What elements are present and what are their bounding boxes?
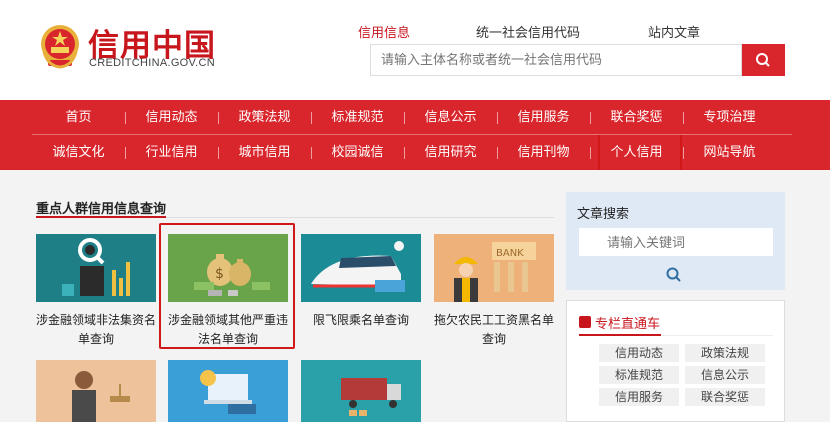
card-label: 限飞限乘名单查询 — [312, 313, 409, 327]
nav-item-campus[interactable]: 校园诚信 — [311, 135, 404, 170]
main-content: 重点人群信用信息查询 涉金融领域非法集资名单查询 $ 涉金融领域其他严重违法名单… — [0, 170, 830, 422]
tag-policy[interactable]: 政策法规 — [685, 344, 765, 362]
nav-item-home[interactable]: 首页 — [32, 100, 125, 135]
nav-item-standards[interactable]: 标准规范 — [311, 100, 404, 135]
search-tab-credit-code[interactable]: 统一社会信用代码 — [476, 22, 580, 41]
nav-row-1: 首页 信用动态 政策法规 标准规范 信息公示 信用服务 联合奖惩 专项治理 — [32, 100, 812, 135]
nav-item-services[interactable]: 信用服务 — [497, 100, 590, 135]
nav-item-special[interactable]: 专项治理 — [683, 100, 776, 135]
nav-item-research[interactable]: 信用研究 — [404, 135, 497, 170]
nav-item-industry[interactable]: 行业信用 — [125, 135, 218, 170]
card-thumb-worker: BANK — [434, 234, 554, 302]
site-domain: CREDITCHINA.GOV.CN — [89, 57, 216, 69]
nav-item-reward-punish[interactable]: 联合奖惩 — [590, 100, 683, 135]
search-input[interactable] — [371, 45, 741, 75]
article-search-panel: 文章搜索 — [566, 192, 785, 290]
card-label: 拖欠农民工工资黑名单查询 — [434, 313, 555, 346]
truck-icon — [341, 378, 401, 416]
card-flight-train-restriction[interactable]: 限飞限乘名单查询 — [301, 234, 421, 330]
search-tab-credit-info[interactable]: 信用信息 — [358, 22, 410, 41]
column-title: 专栏直通车 — [595, 317, 661, 332]
card-thumb-businessman — [36, 360, 156, 422]
card-row2-2[interactable] — [168, 360, 288, 422]
nav-item-city[interactable]: 城市信用 — [218, 135, 311, 170]
financial-card-highlight — [159, 223, 295, 349]
nav-item-disclosure[interactable]: 信息公示 — [404, 100, 497, 135]
search-button[interactable] — [742, 44, 785, 76]
search-box — [370, 44, 742, 76]
national-emblem-icon[interactable] — [38, 22, 82, 70]
column-divider — [661, 335, 773, 336]
search-icon[interactable] — [665, 266, 683, 284]
section-title-underline — [36, 216, 166, 218]
nav-item-policy[interactable]: 政策法规 — [218, 100, 311, 135]
card-thumb-computer — [168, 360, 288, 422]
nav-item-sitemap[interactable]: 网站导航 — [683, 135, 776, 170]
header: 信用中国 CREDITCHINA.GOV.CN 信用信息 统一社会信用代码 站内… — [0, 0, 830, 100]
tag-disclosure[interactable]: 信息公示 — [685, 366, 765, 384]
page: 信用中国 CREDITCHINA.GOV.CN 信用信息 统一社会信用代码 站内… — [0, 0, 830, 422]
search-icon — [756, 53, 770, 67]
card-thumb-train — [301, 234, 421, 302]
nav-item-credit-news[interactable]: 信用动态 — [125, 100, 218, 135]
tag-standards[interactable]: 标准规范 — [599, 366, 679, 384]
card-thumb-truck — [301, 360, 421, 422]
main-nav: 首页 信用动态 政策法规 标准规范 信息公示 信用服务 联合奖惩 专项治理 诚信… — [0, 100, 830, 170]
magnifier-person-icon — [62, 238, 130, 296]
column-shortcuts-panel: 专栏直通车 信用动态 政策法规 标准规范 信息公示 信用服务 联合奖惩 — [566, 300, 785, 422]
svg-text:BANK: BANK — [496, 248, 524, 259]
article-search-input[interactable] — [579, 228, 773, 256]
section-title: 重点人群信用信息查询 — [36, 202, 167, 217]
nav-row-2: 诚信文化 行业信用 城市信用 校园诚信 信用研究 信用刊物 个人信用 网站导航 — [32, 135, 812, 170]
train-icon — [311, 241, 405, 292]
search-tab-articles[interactable]: 站内文章 — [648, 22, 700, 41]
worker-icon: BANK — [454, 242, 536, 302]
column-title-underline — [579, 334, 661, 336]
tag-services[interactable]: 信用服务 — [599, 388, 679, 406]
tag-credit-news[interactable]: 信用动态 — [599, 344, 679, 362]
tag-reward-punish[interactable]: 联合奖惩 — [685, 388, 765, 406]
card-row2-1[interactable] — [36, 360, 156, 422]
article-search-title: 文章搜索 — [577, 207, 630, 222]
card-wage-arrears[interactable]: BANK 拖欠农民工工资黑名单查询 — [434, 234, 554, 349]
column-icon — [579, 316, 591, 328]
card-illegal-fundraising[interactable]: 涉金融领域非法集资名单查询 — [36, 234, 156, 349]
card-thumb-investigation — [36, 234, 156, 302]
businessman-icon — [72, 371, 130, 422]
card-label: 涉金融领域非法集资名单查询 — [36, 313, 157, 346]
nav-item-culture[interactable]: 诚信文化 — [32, 135, 125, 170]
nav-item-journal[interactable]: 信用刊物 — [497, 135, 590, 170]
computer-icon — [200, 370, 256, 414]
card-row2-3[interactable] — [301, 360, 421, 422]
